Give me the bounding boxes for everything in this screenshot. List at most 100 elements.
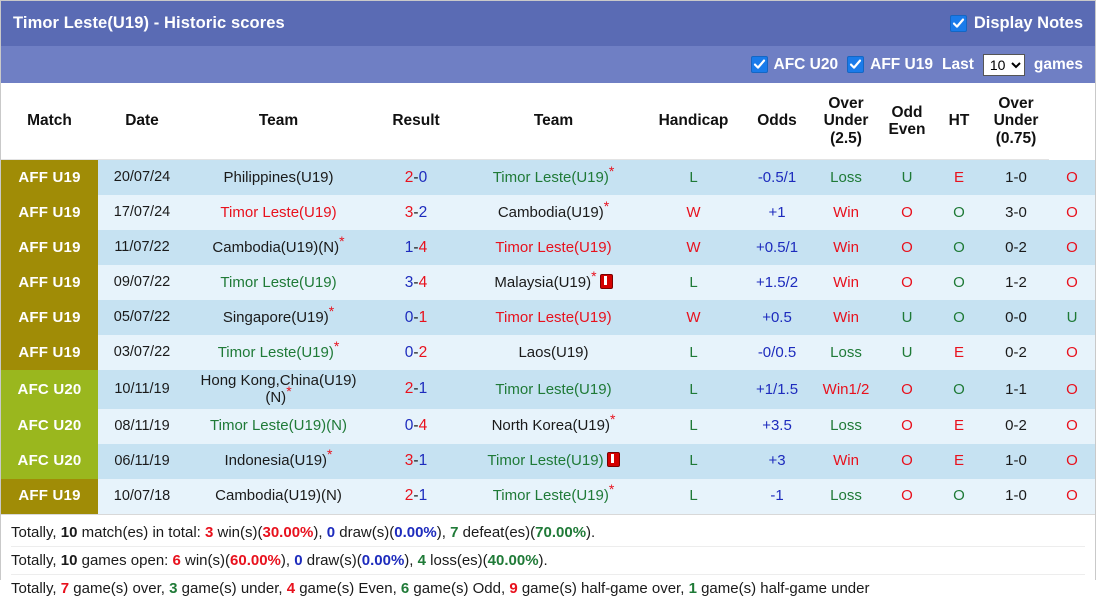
win-loss-flag: W [686, 203, 701, 221]
odds-result: Loss [813, 159, 879, 195]
neutral-star-icon: * [603, 197, 610, 214]
score-away: 1 [418, 308, 428, 326]
away-team-name: Timor Leste(U19) [495, 380, 612, 398]
games-count-select[interactable]: 10203050 [982, 53, 1025, 76]
afc-u20-checkbox[interactable] [750, 56, 768, 73]
away-team-name: Timor Leste(U19) [495, 238, 612, 256]
odds-result: Win [813, 300, 879, 335]
half-time-score: 1-0 [983, 443, 1049, 479]
last-label: Last [942, 55, 974, 73]
score-away: 1 [418, 380, 428, 398]
away-team[interactable]: Cambodia(U19)* [461, 195, 646, 230]
odd-even: E [935, 408, 983, 444]
table-row[interactable]: AFC U20 06/11/19 Indonesia(U19)* 3-1 Timor L… [1, 443, 1095, 479]
handicap-value: +1 [741, 195, 813, 230]
away-team[interactable]: Timor Leste(U19) [461, 370, 646, 409]
home-team[interactable]: Indonesia(U19)* [186, 443, 371, 479]
s2-t8: ). [538, 551, 548, 569]
home-team-name: Timor Leste(U19)(N) [210, 417, 347, 435]
away-team-name: Malaysia(U19) [494, 273, 592, 291]
table-row[interactable]: AFF U19 11/07/22 Cambodia(U19)(N)* 1-4 Timor… [1, 230, 1095, 265]
home-team[interactable]: Cambodia(U19)(N) [186, 478, 371, 514]
away-team[interactable]: Malaysia(U19)* [461, 265, 646, 300]
table-body: AFF U19 20/07/24 Philippines(U19) 2-0 Timor … [1, 159, 1095, 514]
away-team[interactable]: Timor Leste(U19) [461, 300, 646, 335]
away-team-name: North Korea(U19) [491, 417, 610, 435]
col-ou25-line1: Over [828, 94, 864, 112]
half-time-score: 1-1 [983, 370, 1049, 409]
odd-even: E [935, 159, 983, 195]
games-label: games [1033, 55, 1083, 73]
aff-u19-filter[interactable]: AFF U19 [847, 56, 933, 74]
table-row[interactable]: AFF U19 03/07/22 Timor Leste(U19)* 0-2 Laos(… [1, 335, 1095, 370]
s1-draw-pct: 0.00% [394, 523, 437, 541]
match-score: 1-4 [371, 230, 461, 265]
s2-draws: 0 [294, 551, 303, 569]
handicap-value: +0.5/1 [741, 230, 813, 265]
home-team-name: Timor Leste(U19) [220, 203, 337, 221]
col-ou075-line1: Over [998, 94, 1034, 112]
table-row[interactable]: AFC U20 10/11/19 Hong Kong,China(U19)(N)* 2… [1, 370, 1095, 409]
odd-even: O [935, 265, 983, 300]
handicap-value: -1 [741, 478, 813, 514]
display-notes-checkbox[interactable] [949, 15, 967, 32]
neutral-star-icon: * [327, 446, 333, 463]
s1-draws: 0 [326, 523, 336, 541]
handicap-value: +3 [741, 443, 813, 479]
odd-even: O [935, 300, 983, 335]
home-team[interactable]: Philippines(U19) [186, 159, 371, 195]
home-team[interactable]: Singapore(U19)* [186, 300, 371, 335]
s3-t3: game(s) under, [177, 579, 287, 597]
match-date: 11/07/22 [98, 230, 186, 265]
handicap-cell: L [646, 370, 741, 409]
s1-t6: ), [436, 523, 451, 541]
s3-t2: game(s) over, [69, 579, 170, 597]
s1-t5: draw(s)( [335, 523, 395, 541]
over-under-075: O [1049, 443, 1095, 479]
over-under-25: O [879, 370, 935, 409]
afc-u20-filter[interactable]: AFC U20 [750, 56, 838, 74]
col-result: Result [371, 83, 461, 160]
away-team[interactable]: Timor Leste(U19)* [461, 159, 646, 195]
away-team[interactable]: Timor Leste(U19) [461, 443, 646, 479]
aff-u19-checkbox[interactable] [847, 56, 865, 73]
away-team[interactable]: Timor Leste(U19)* [461, 478, 646, 514]
display-notes-label: Display Notes [973, 14, 1083, 32]
neutral-star-icon: * [328, 302, 335, 319]
over-under-075: O [1049, 230, 1095, 265]
home-team[interactable]: Cambodia(U19)(N)* [186, 230, 371, 265]
home-team[interactable]: Hong Kong,China(U19)(N)* [186, 370, 371, 409]
away-team[interactable]: Laos(U19) [461, 335, 646, 370]
home-team[interactable]: Timor Leste(U19)* [186, 335, 371, 370]
display-notes-toggle[interactable]: Display Notes [949, 14, 1083, 33]
score-away: 1 [418, 452, 428, 470]
table-row[interactable]: AFF U19 09/07/22 Timor Leste(U19) 3-4 Malays… [1, 265, 1095, 300]
s3-t6: game(s) half-game over, [517, 579, 689, 597]
s3-t5: game(s) Odd, [409, 579, 510, 597]
col-ou075-line3: (0.75) [995, 129, 1037, 147]
handicap-cell: L [646, 443, 741, 479]
odd-even: O [935, 230, 983, 265]
handicap-value: +0.5 [741, 300, 813, 335]
table-row[interactable]: AFF U19 05/07/22 Singapore(U19)* 0-1 Timor L… [1, 300, 1095, 335]
table-row[interactable]: AFF U19 20/07/24 Philippines(U19) 2-0 Timor … [1, 159, 1095, 195]
away-team[interactable]: Timor Leste(U19) [461, 230, 646, 265]
over-under-25: U [879, 159, 935, 195]
summary-footer: Totally, 10 match(es) in total: 3 win(s)… [1, 513, 1095, 608]
home-team[interactable]: Timor Leste(U19)(N) [186, 408, 371, 444]
home-team[interactable]: Timor Leste(U19) [186, 195, 371, 230]
handicap-cell: L [646, 408, 741, 444]
away-team-name: Laos(U19) [518, 343, 589, 361]
handicap-cell: L [646, 478, 741, 514]
league-badge: AFF U19 [1, 300, 98, 335]
away-team[interactable]: North Korea(U19)* [461, 408, 646, 444]
league-badge: AFC U20 [1, 443, 98, 479]
home-team[interactable]: Timor Leste(U19) [186, 265, 371, 300]
s1-win-pct: 30.00% [262, 523, 314, 541]
handicap-cell: W [646, 195, 741, 230]
s1-t7: defeat(es)( [458, 523, 536, 541]
table-row[interactable]: AFF U19 17/07/24 Timor Leste(U19) 3-2 Cambod… [1, 195, 1095, 230]
table-row[interactable]: AFC U20 08/11/19 Timor Leste(U19)(N) 0-4 Nor… [1, 408, 1095, 444]
odd-even: O [935, 195, 983, 230]
table-row[interactable]: AFF U19 10/07/18 Cambodia(U19)(N) 2-1 Timor … [1, 478, 1095, 514]
